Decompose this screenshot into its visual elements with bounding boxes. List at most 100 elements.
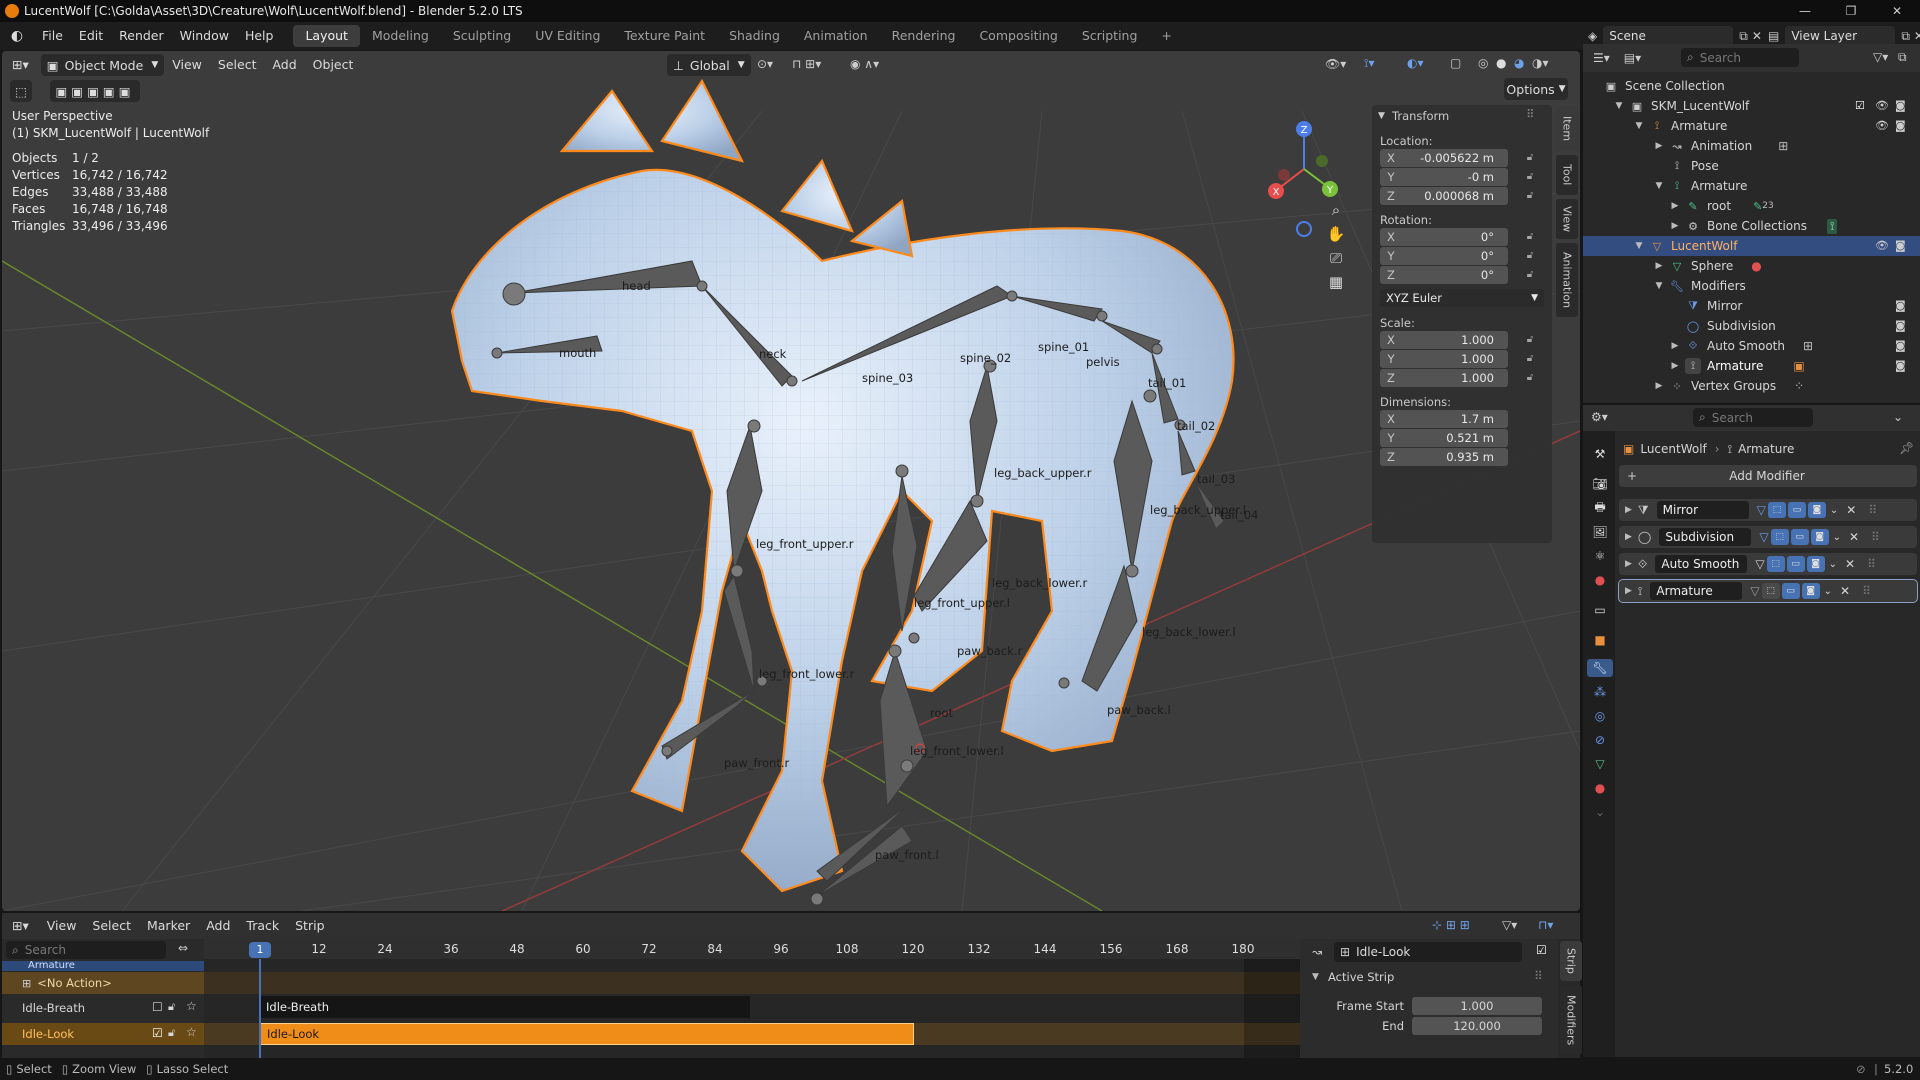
bone-label[interactable]: paw_front.r: [724, 756, 789, 770]
tab-sculpting[interactable]: Sculpting: [441, 25, 523, 47]
dimensions-x-field[interactable]: X 1.7 m: [1380, 410, 1508, 428]
track-idle-look[interactable]: Idle-Look ☑ 🔓︎ ☆: [2, 1023, 204, 1045]
bone-label[interactable]: tail_03: [1197, 472, 1235, 486]
lock-icon[interactable]: 🔓︎: [1524, 353, 1536, 365]
strip-idle-breath[interactable]: Idle-Breath: [260, 996, 750, 1018]
maximize-button[interactable]: ❐: [1828, 0, 1874, 22]
tab-strip[interactable]: Strip: [1560, 941, 1582, 981]
menu-marker[interactable]: Marker: [139, 915, 198, 937]
drag-handle-icon[interactable]: ⠿: [1867, 557, 1876, 571]
gizmo-toggle-icon[interactable]: ⟟▾: [1364, 56, 1375, 71]
nla-strip-area[interactable]: 12 24 36 48 60 72 84 96 108 120 132 144 …: [204, 939, 1300, 1058]
chevron-right-icon[interactable]: ▶: [1625, 505, 1632, 515]
track-idle-breath[interactable]: Idle-Breath ☐ 🔓︎ ☆: [2, 997, 204, 1019]
viewport-toggle-icon[interactable]: ▭: [1790, 529, 1809, 545]
bone-label[interactable]: neck: [759, 347, 786, 361]
close-button[interactable]: ✕: [1874, 0, 1920, 22]
mode-selector[interactable]: ▣ Object Mode ▼: [40, 54, 165, 76]
outliner-item[interactable]: ▶ ⚙ Bone Collections ⟟: [1583, 216, 1920, 236]
bone-label[interactable]: spine_01: [1038, 340, 1089, 354]
bone-label[interactable]: leg_front_upper.r: [756, 537, 853, 551]
location-y-field[interactable]: Y -0 m: [1380, 168, 1508, 186]
properties-search-input[interactable]: ⌕ Search: [1693, 408, 1813, 427]
lock-icon[interactable]: 🔓︎: [1524, 231, 1536, 243]
pan-hand-icon[interactable]: ✋: [1327, 225, 1346, 243]
active-strip-section-title[interactable]: Active Strip: [1328, 970, 1394, 984]
outliner-item[interactable]: ▣ Scene Collection: [1583, 76, 1920, 96]
particles-tab-icon[interactable]: ⁂: [1591, 683, 1609, 701]
solid-shading-icon[interactable]: ●: [1496, 56, 1506, 70]
chevron-down-icon[interactable]: ⌄: [1893, 410, 1903, 424]
new-view-layer-icon[interactable]: ⧉: [1901, 29, 1910, 44]
drag-handle-icon[interactable]: ⠿: [1862, 584, 1871, 598]
proportional-edit-icon[interactable]: ◉ ∧▾: [850, 57, 879, 71]
data-tab-icon[interactable]: ▽: [1591, 755, 1609, 773]
menu-add[interactable]: Add: [198, 915, 238, 937]
outliner-item-selected[interactable]: ▼ ▽ LucentWolf 👁 ◙: [1583, 236, 1920, 256]
rotation-z-field[interactable]: Z 0°: [1380, 266, 1508, 284]
lock-icon[interactable]: 🔓︎: [168, 1026, 175, 1040]
menu-view[interactable]: View: [39, 915, 85, 937]
snap-icon[interactable]: ⊓▾: [1538, 918, 1553, 932]
swap-icon[interactable]: ⇔: [178, 941, 188, 955]
chevron-down-icon[interactable]: ▼: [1633, 241, 1645, 251]
chevron-down-icon[interactable]: ⌄: [1829, 559, 1837, 570]
bone-label[interactable]: paw_front.l: [875, 848, 939, 862]
render-toggle-icon[interactable]: ◙: [1807, 502, 1826, 518]
tab-animation[interactable]: Animation: [792, 25, 880, 47]
rendered-shading-icon[interactable]: ◑▾: [1532, 56, 1549, 70]
outliner-item[interactable]: ▶ ⟐ Auto Smooth ⊞ ◙: [1583, 336, 1920, 356]
funnel-icon[interactable]: ▽▾: [1502, 918, 1517, 932]
outliner-search-input[interactable]: ⌕ Search: [1681, 48, 1799, 67]
tab-item[interactable]: Item: [1556, 107, 1578, 151]
lock-icon[interactable]: 🔓︎: [1524, 152, 1536, 164]
rotation-y-field[interactable]: Y 0°: [1380, 247, 1508, 265]
chevron-right-icon[interactable]: ▶: [1625, 559, 1632, 569]
pivot-icon[interactable]: ⊙▾: [757, 57, 773, 71]
tab-compositing[interactable]: Compositing: [967, 25, 1069, 47]
bone-label[interactable]: leg_front_lower.l: [910, 744, 1004, 758]
tab-texture-paint[interactable]: Texture Paint: [612, 25, 717, 47]
bone-label[interactable]: root: [930, 706, 953, 720]
chevron-down-icon[interactable]: ▼: [1653, 281, 1665, 291]
lock-icon[interactable]: 🔓︎: [1524, 334, 1536, 346]
bone-label[interactable]: leg_back_upper.l: [1150, 503, 1246, 517]
bone-label[interactable]: pelvis: [1086, 355, 1120, 369]
remove-modifier-icon[interactable]: ✕: [1846, 503, 1856, 517]
scale-z-field[interactable]: Z 1.000: [1380, 369, 1508, 387]
camera-icon[interactable]: ◙: [1895, 299, 1906, 312]
visibility-icon[interactable]: 👁▾: [1325, 57, 1346, 71]
modifier-name-field[interactable]: Auto Smooth: [1655, 555, 1748, 573]
camera-view-icon[interactable]: ⎚: [1330, 249, 1342, 267]
world-tab-icon[interactable]: ●: [1591, 571, 1609, 589]
add-workspace-button[interactable]: +: [1149, 25, 1183, 47]
filter-icon[interactable]: ⊹ ⊞ ⊞: [1432, 918, 1470, 932]
dimensions-z-field[interactable]: Z 0.935 m: [1380, 448, 1508, 466]
remove-modifier-icon[interactable]: ✕: [1840, 584, 1850, 598]
frame-end-field[interactable]: 120.000: [1412, 1017, 1542, 1035]
outliner-item[interactable]: ▶ ↝ Animation ⊞: [1583, 136, 1920, 156]
frame-start-field[interactable]: 1.000: [1412, 997, 1542, 1015]
drag-handle-icon[interactable]: ⠿: [1868, 503, 1877, 517]
scene-tab-icon[interactable]: ⚛: [1591, 547, 1609, 565]
scale-y-field[interactable]: Y 1.000: [1380, 350, 1508, 368]
outliner-item[interactable]: ▶ ▽ Sphere ●: [1583, 256, 1920, 276]
dimensions-y-field[interactable]: Y 0.521 m: [1380, 429, 1508, 447]
remove-modifier-icon[interactable]: ✕: [1849, 530, 1859, 544]
minimize-button[interactable]: —: [1782, 0, 1828, 22]
menu-render[interactable]: Render: [111, 25, 172, 47]
chevron-down-icon[interactable]: ▼: [1633, 121, 1645, 131]
menu-track[interactable]: Track: [238, 915, 287, 937]
tab-uv-editing[interactable]: UV Editing: [523, 25, 612, 47]
edit-cage-icon[interactable]: ▽: [1750, 584, 1759, 598]
location-x-field[interactable]: X -0.005622 m: [1380, 149, 1508, 167]
3d-viewport[interactable]: head neck mouth spine_03 spine_02 spine_…: [2, 51, 1580, 911]
tab-shading[interactable]: Shading: [717, 25, 792, 47]
menu-object[interactable]: Object: [305, 54, 362, 76]
solo-star-icon[interactable]: ☆: [186, 1025, 197, 1039]
modifier-panel[interactable]: ▶ ⟐ Auto Smooth ▽ ⬚ ▭ ◙ ⌄ ✕ ⠿: [1619, 553, 1917, 575]
bone-label[interactable]: spine_02: [960, 351, 1011, 365]
delete-view-layer-icon[interactable]: ✕: [1914, 29, 1920, 43]
chevron-down-icon[interactable]: ▼: [1653, 181, 1665, 191]
lock-icon[interactable]: 🔓︎: [1524, 269, 1536, 281]
